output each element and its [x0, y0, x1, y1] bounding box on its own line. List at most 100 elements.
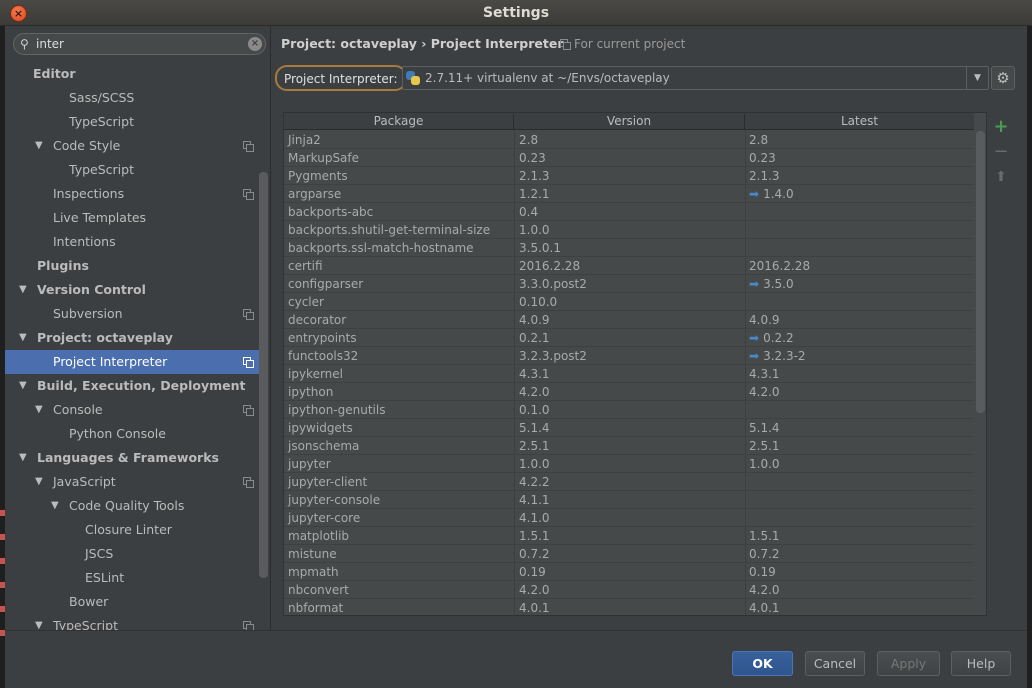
package-latest: ➡ 1.4.0 — [749, 185, 794, 203]
chevron-down-icon[interactable]: ▼ — [19, 278, 27, 302]
remove-package-button[interactable]: − — [991, 141, 1011, 166]
sidebar-item-label: Plugins — [37, 258, 89, 273]
sidebar-item[interactable]: Project Interpreter — [5, 350, 261, 374]
sidebar-item[interactable]: ▼ Console — [5, 398, 261, 422]
sidebar-item[interactable]: Live Templates — [5, 206, 261, 230]
chevron-down-icon[interactable]: ▼ — [35, 398, 43, 422]
table-row[interactable]: jsonschema 2.5.1 2.5.1 — [284, 437, 974, 455]
chevron-down-icon[interactable]: ▼ — [35, 470, 43, 494]
latest-version-label: 4.2.0 — [749, 583, 780, 597]
settings-search[interactable]: ⚲ × — [13, 33, 266, 55]
table-row[interactable]: mpmath 0.19 0.19 — [284, 563, 974, 581]
table-row[interactable]: ipykernel 4.3.1 4.3.1 — [284, 365, 974, 383]
clear-search-icon[interactable]: × — [248, 37, 262, 51]
sidebar-item[interactable]: Plugins — [5, 254, 261, 278]
table-scrollbar[interactable] — [976, 131, 985, 413]
sidebar-item[interactable]: ▼ Languages & Frameworks — [5, 446, 261, 470]
latest-version-label: 5.1.4 — [749, 421, 780, 435]
package-name: MarkupSafe — [288, 151, 360, 165]
sidebar-item[interactable]: Subversion — [5, 302, 261, 326]
table-row[interactable]: backports-abc 0.4 — [284, 203, 974, 221]
column-header-package[interactable]: Package — [284, 114, 514, 130]
sidebar-item[interactable]: ▼ Build, Execution, Deployment — [5, 374, 261, 398]
cancel-button[interactable]: Cancel — [805, 651, 865, 676]
latest-version-label: 3.5.0 — [763, 277, 794, 291]
upgrade-package-button[interactable]: ⬆ — [991, 166, 1011, 191]
package-version: 2.5.1 — [519, 439, 550, 453]
ok-button[interactable]: OK — [732, 651, 793, 676]
latest-version-label: 2.5.1 — [749, 439, 780, 453]
sidebar-item[interactable]: TypeScript — [5, 158, 261, 182]
latest-version-label: 3.2.3-2 — [763, 349, 806, 363]
table-row[interactable]: decorator 4.0.9 4.0.9 — [284, 311, 974, 329]
table-row[interactable]: ipywidgets 5.1.4 5.1.4 — [284, 419, 974, 437]
sidebar-item[interactable]: ▼ Version Control — [5, 278, 261, 302]
sidebar-item[interactable]: Sass/SCSS — [5, 86, 261, 110]
table-row[interactable]: functools32 3.2.3.post2 ➡ 3.2.3-2 — [284, 347, 974, 365]
package-version: 2016.2.28 — [519, 259, 581, 273]
sidebar-item[interactable]: ▼ Code Style — [5, 134, 261, 158]
package-latest: 1.5.1 — [749, 527, 780, 545]
table-row[interactable]: configparser 3.3.0.post2 ➡ 3.5.0 — [284, 275, 974, 293]
table-row[interactable]: ipython 4.2.0 4.2.0 — [284, 383, 974, 401]
chevron-down-icon[interactable]: ▼ — [19, 374, 27, 398]
package-name: backports.shutil-get-terminal-size — [288, 223, 491, 237]
column-header-latest[interactable]: Latest — [745, 114, 974, 130]
sidebar-item[interactable]: Bower — [5, 590, 261, 614]
table-row[interactable]: MarkupSafe 0.23 0.23 — [284, 149, 974, 167]
table-row[interactable]: nbformat 4.0.1 4.0.1 — [284, 599, 974, 615]
chevron-down-icon[interactable]: ▼ — [19, 326, 27, 350]
table-row[interactable]: nbconvert 4.2.0 4.2.0 — [284, 581, 974, 599]
table-row[interactable]: jupyter-client 4.2.2 — [284, 473, 974, 491]
table-row[interactable]: cycler 0.10.0 — [284, 293, 974, 311]
table-row[interactable]: certifi 2016.2.28 2016.2.28 — [284, 257, 974, 275]
table-row[interactable]: Jinja2 2.8 2.8 — [284, 131, 974, 149]
table-row[interactable]: Pygments 2.1.3 2.1.3 — [284, 167, 974, 185]
sidebar-item[interactable]: ▼ Code Quality Tools — [5, 494, 261, 518]
sidebar-item[interactable]: Python Console — [5, 422, 261, 446]
sidebar-item[interactable]: ESLint — [5, 566, 261, 590]
sidebar-scrollbar[interactable] — [259, 172, 268, 578]
latest-version-label: 0.2.2 — [763, 331, 794, 345]
latest-version-label: 0.19 — [749, 565, 776, 579]
sidebar-item-label: JavaScript — [53, 474, 116, 489]
gear-icon[interactable]: ⚙ — [991, 66, 1015, 90]
table-row[interactable]: backports.ssl-match-hostname 3.5.0.1 — [284, 239, 974, 257]
sidebar-item-label: Python Console — [69, 426, 166, 441]
table-row[interactable]: ipython-genutils 0.1.0 — [284, 401, 974, 419]
search-input[interactable] — [36, 36, 236, 52]
chevron-down-icon[interactable]: ▼ — [51, 494, 59, 518]
package-latest: 4.2.0 — [749, 383, 780, 401]
sidebar-item-label: Bower — [69, 594, 109, 609]
sidebar-item[interactable]: Intentions — [5, 230, 261, 254]
package-name: backports-abc — [288, 205, 374, 219]
interpreter-select[interactable]: 2.7.11+ virtualenv at ~/Envs/octaveplay … — [402, 66, 989, 90]
table-row[interactable]: jupyter-console 4.1.1 — [284, 491, 974, 509]
sidebar-item[interactable]: Editor — [5, 62, 261, 86]
sidebar-item[interactable]: Inspections — [5, 182, 261, 206]
chevron-down-icon[interactable]: ▼ — [35, 134, 43, 158]
table-row[interactable]: entrypoints 0.2.1 ➡ 0.2.2 — [284, 329, 974, 347]
add-package-button[interactable]: + — [991, 116, 1011, 141]
table-row[interactable]: jupyter 1.0.0 1.0.0 — [284, 455, 974, 473]
sidebar-item[interactable]: ▼ JavaScript — [5, 470, 261, 494]
sidebar-item[interactable]: ▼ TypeScript — [5, 614, 261, 630]
table-row[interactable]: matplotlib 1.5.1 1.5.1 — [284, 527, 974, 545]
sidebar-item[interactable]: TypeScript — [5, 110, 261, 134]
sidebar-item[interactable]: ▼ Project: octaveplay — [5, 326, 261, 350]
chevron-down-icon[interactable]: ▼ — [35, 614, 43, 630]
sidebar-item-label: Subversion — [53, 306, 123, 321]
apply-button[interactable]: Apply — [877, 651, 940, 676]
column-header-version[interactable]: Version — [514, 114, 745, 130]
copy-icon — [243, 477, 254, 488]
package-version: 0.4 — [519, 205, 539, 219]
table-row[interactable]: mistune 0.7.2 0.7.2 — [284, 545, 974, 563]
table-row[interactable]: jupyter-core 4.1.0 — [284, 509, 974, 527]
sidebar-item[interactable]: Closure Linter — [5, 518, 261, 542]
chevron-down-icon[interactable]: ▼ — [966, 67, 988, 89]
sidebar-item[interactable]: JSCS — [5, 542, 261, 566]
help-button[interactable]: Help — [951, 651, 1011, 676]
chevron-down-icon[interactable]: ▼ — [19, 446, 27, 470]
table-row[interactable]: backports.shutil-get-terminal-size 1.0.0 — [284, 221, 974, 239]
table-row[interactable]: argparse 1.2.1 ➡ 1.4.0 — [284, 185, 974, 203]
